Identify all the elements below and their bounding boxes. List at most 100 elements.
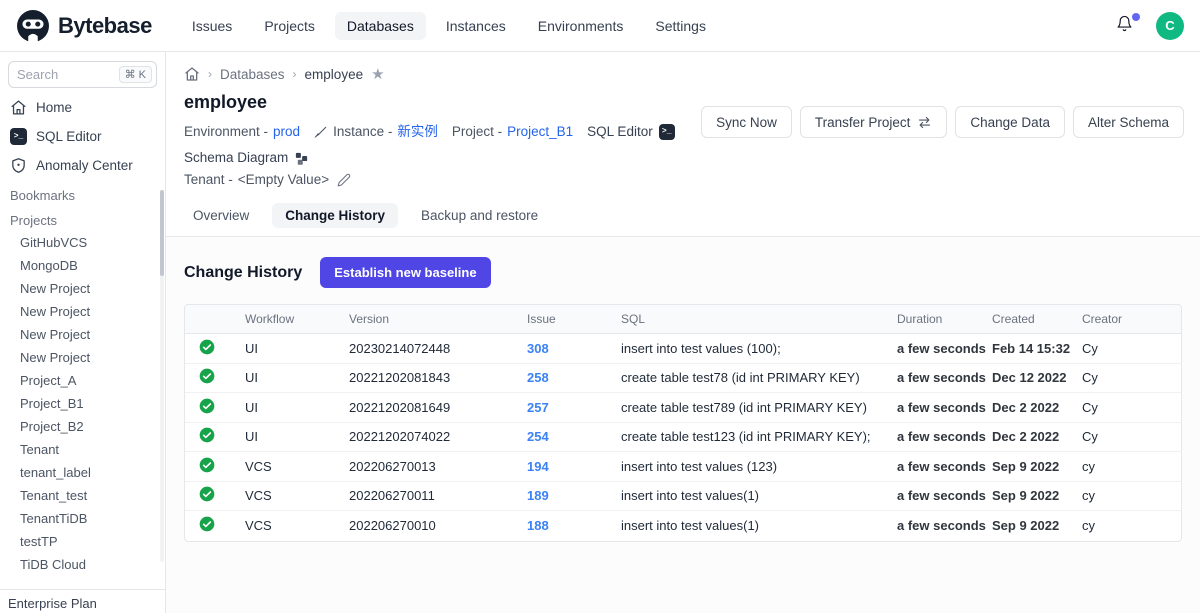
- table-row[interactable]: UI20221202074022254create table test123 …: [185, 423, 1181, 453]
- cell-version: 20221202081649: [345, 400, 523, 415]
- cell-version: 202206270013: [345, 459, 523, 474]
- table-row[interactable]: VCS202206270011189insert into test value…: [185, 482, 1181, 512]
- tab-bar: Overview Change History Backup and restore: [166, 191, 1200, 237]
- cell-sql: insert into test values(1): [617, 488, 893, 503]
- cell-version: 202206270010: [345, 518, 523, 533]
- tab-backup-and-restore[interactable]: Backup and restore: [408, 203, 551, 228]
- cell-creator: Cy: [1078, 429, 1181, 444]
- schema-diagram-link[interactable]: Schema Diagram: [184, 147, 309, 169]
- sidebar-project-project-a[interactable]: Project_A: [0, 369, 165, 392]
- sidebar-project-new-project[interactable]: New Project: [0, 346, 165, 369]
- issue-link[interactable]: 188: [527, 518, 549, 533]
- edit-pencil-icon[interactable]: [337, 173, 351, 187]
- instance-link[interactable]: 新实例: [397, 121, 438, 143]
- cell-version: 202206270011: [345, 488, 523, 503]
- sidebar-project-tidb-cloud[interactable]: TiDB Cloud: [0, 553, 165, 576]
- cell-sql: create table test78 (id int PRIMARY KEY): [617, 370, 893, 385]
- cell-workflow: UI: [241, 429, 345, 444]
- issue-link[interactable]: 189: [527, 488, 549, 503]
- cell-creator: cy: [1078, 518, 1181, 533]
- table-row[interactable]: VCS202206270013194insert into test value…: [185, 452, 1181, 482]
- sidebar-project-project-b2[interactable]: Project_B2: [0, 415, 165, 438]
- transfer-arrows-icon: [917, 115, 932, 130]
- topnav-item-projects[interactable]: Projects: [252, 12, 327, 40]
- table-row[interactable]: UI20230214072448308insert into test valu…: [185, 334, 1181, 364]
- sidebar-item-anomaly-center[interactable]: Anomaly Center: [0, 152, 165, 179]
- search-input[interactable]: [17, 67, 107, 82]
- user-avatar[interactable]: C: [1156, 12, 1184, 40]
- cell-duration: a few seconds: [893, 370, 988, 385]
- sidebar-project-githubvcs[interactable]: GitHubVCS: [0, 231, 165, 254]
- sidebar-project-tenanttidb[interactable]: TenantTiDB: [0, 507, 165, 530]
- issue-link[interactable]: 194: [527, 459, 549, 474]
- topnav-item-environments[interactable]: Environments: [526, 12, 636, 40]
- shield-icon: [10, 157, 27, 174]
- sidebar-project-new-project[interactable]: New Project: [0, 323, 165, 346]
- cell-created: Dec 2 2022: [988, 400, 1078, 415]
- col-duration: Duration: [893, 305, 988, 333]
- transfer-project-button[interactable]: Transfer Project: [800, 106, 948, 138]
- cell-created: Dec 2 2022: [988, 429, 1078, 444]
- change-data-button[interactable]: Change Data: [955, 106, 1065, 138]
- topnav-item-issues[interactable]: Issues: [180, 12, 244, 40]
- cell-created: Dec 12 2022: [988, 370, 1078, 385]
- cell-creator: cy: [1078, 488, 1181, 503]
- table-row[interactable]: UI20221202081843258create table test78 (…: [185, 364, 1181, 394]
- cell-workflow: VCS: [241, 518, 345, 533]
- sidebar-item-sql-editor[interactable]: >_ SQL Editor: [0, 123, 165, 150]
- meta-environment: Environment - prod: [184, 121, 300, 143]
- cell-created: Sep 9 2022: [988, 488, 1078, 503]
- terminal-icon: >_: [659, 124, 675, 140]
- search-shortcut-badge: ⌘ K: [119, 66, 152, 83]
- topnav-item-settings[interactable]: Settings: [643, 12, 718, 40]
- project-link[interactable]: Project_B1: [507, 121, 573, 143]
- sync-now-button[interactable]: Sync Now: [701, 106, 792, 138]
- establish-baseline-button[interactable]: Establish new baseline: [320, 257, 490, 288]
- sql-editor-link[interactable]: SQL Editor >_: [587, 121, 675, 143]
- page-actions: Sync Now Transfer Project Change Data Al…: [701, 106, 1184, 191]
- table-row[interactable]: VCS202206270010188insert into test value…: [185, 511, 1181, 541]
- status-done-icon: [199, 427, 215, 446]
- topnav-menu: Issues Projects Databases Instances Environm…: [180, 12, 718, 40]
- issue-link[interactable]: 258: [527, 370, 549, 385]
- cell-workflow: UI: [241, 370, 345, 385]
- environment-link[interactable]: prod: [273, 121, 300, 143]
- chevron-right-icon: ›: [293, 67, 297, 81]
- col-created: Created: [988, 305, 1078, 333]
- topnav-item-instances[interactable]: Instances: [434, 12, 518, 40]
- sidebar-scrollbar-thumb[interactable]: [160, 190, 164, 276]
- sidebar-project-new-project[interactable]: New Project: [0, 300, 165, 323]
- tab-change-history[interactable]: Change History: [272, 203, 398, 228]
- breadcrumb-home-icon[interactable]: [184, 66, 200, 82]
- topnav-item-databases[interactable]: Databases: [335, 12, 426, 40]
- sidebar-project-new-project[interactable]: New Project: [0, 277, 165, 300]
- page-title: employee: [184, 92, 701, 113]
- cell-creator: Cy: [1078, 341, 1181, 356]
- sidebar-project-tenant-test[interactable]: Tenant_test: [0, 484, 165, 507]
- section-heading: Change History: [184, 264, 302, 282]
- col-workflow: Workflow: [241, 305, 345, 333]
- table-row[interactable]: UI20221202081649257create table test789 …: [185, 393, 1181, 423]
- cell-created: Sep 9 2022: [988, 459, 1078, 474]
- bookmark-star-icon[interactable]: ★: [371, 67, 384, 82]
- status-done-icon: [199, 516, 215, 535]
- issue-link[interactable]: 254: [527, 429, 549, 444]
- search-box[interactable]: ⌘ K: [8, 61, 157, 88]
- alter-schema-button[interactable]: Alter Schema: [1073, 106, 1184, 138]
- plan-label: Enterprise Plan: [0, 589, 165, 613]
- sidebar-item-label: Home: [36, 100, 72, 115]
- issue-link[interactable]: 308: [527, 341, 549, 356]
- sidebar-project-tenant-label[interactable]: tenant_label: [0, 461, 165, 484]
- bytebase-logo[interactable]: Bytebase: [16, 9, 152, 43]
- cell-duration: a few seconds: [893, 400, 988, 415]
- breadcrumb-databases[interactable]: Databases: [220, 67, 285, 82]
- sidebar-project-mongodb[interactable]: MongoDB: [0, 254, 165, 277]
- tab-overview[interactable]: Overview: [180, 203, 262, 228]
- notifications-bell-icon[interactable]: [1116, 15, 1138, 37]
- sidebar-project-tenant[interactable]: Tenant: [0, 438, 165, 461]
- issue-link[interactable]: 257: [527, 400, 549, 415]
- tenant-value: <Empty Value>: [238, 169, 329, 191]
- sidebar-project-testtp[interactable]: testTP: [0, 530, 165, 553]
- sidebar-project-project-b1[interactable]: Project_B1: [0, 392, 165, 415]
- sidebar-item-home[interactable]: Home: [0, 94, 165, 121]
